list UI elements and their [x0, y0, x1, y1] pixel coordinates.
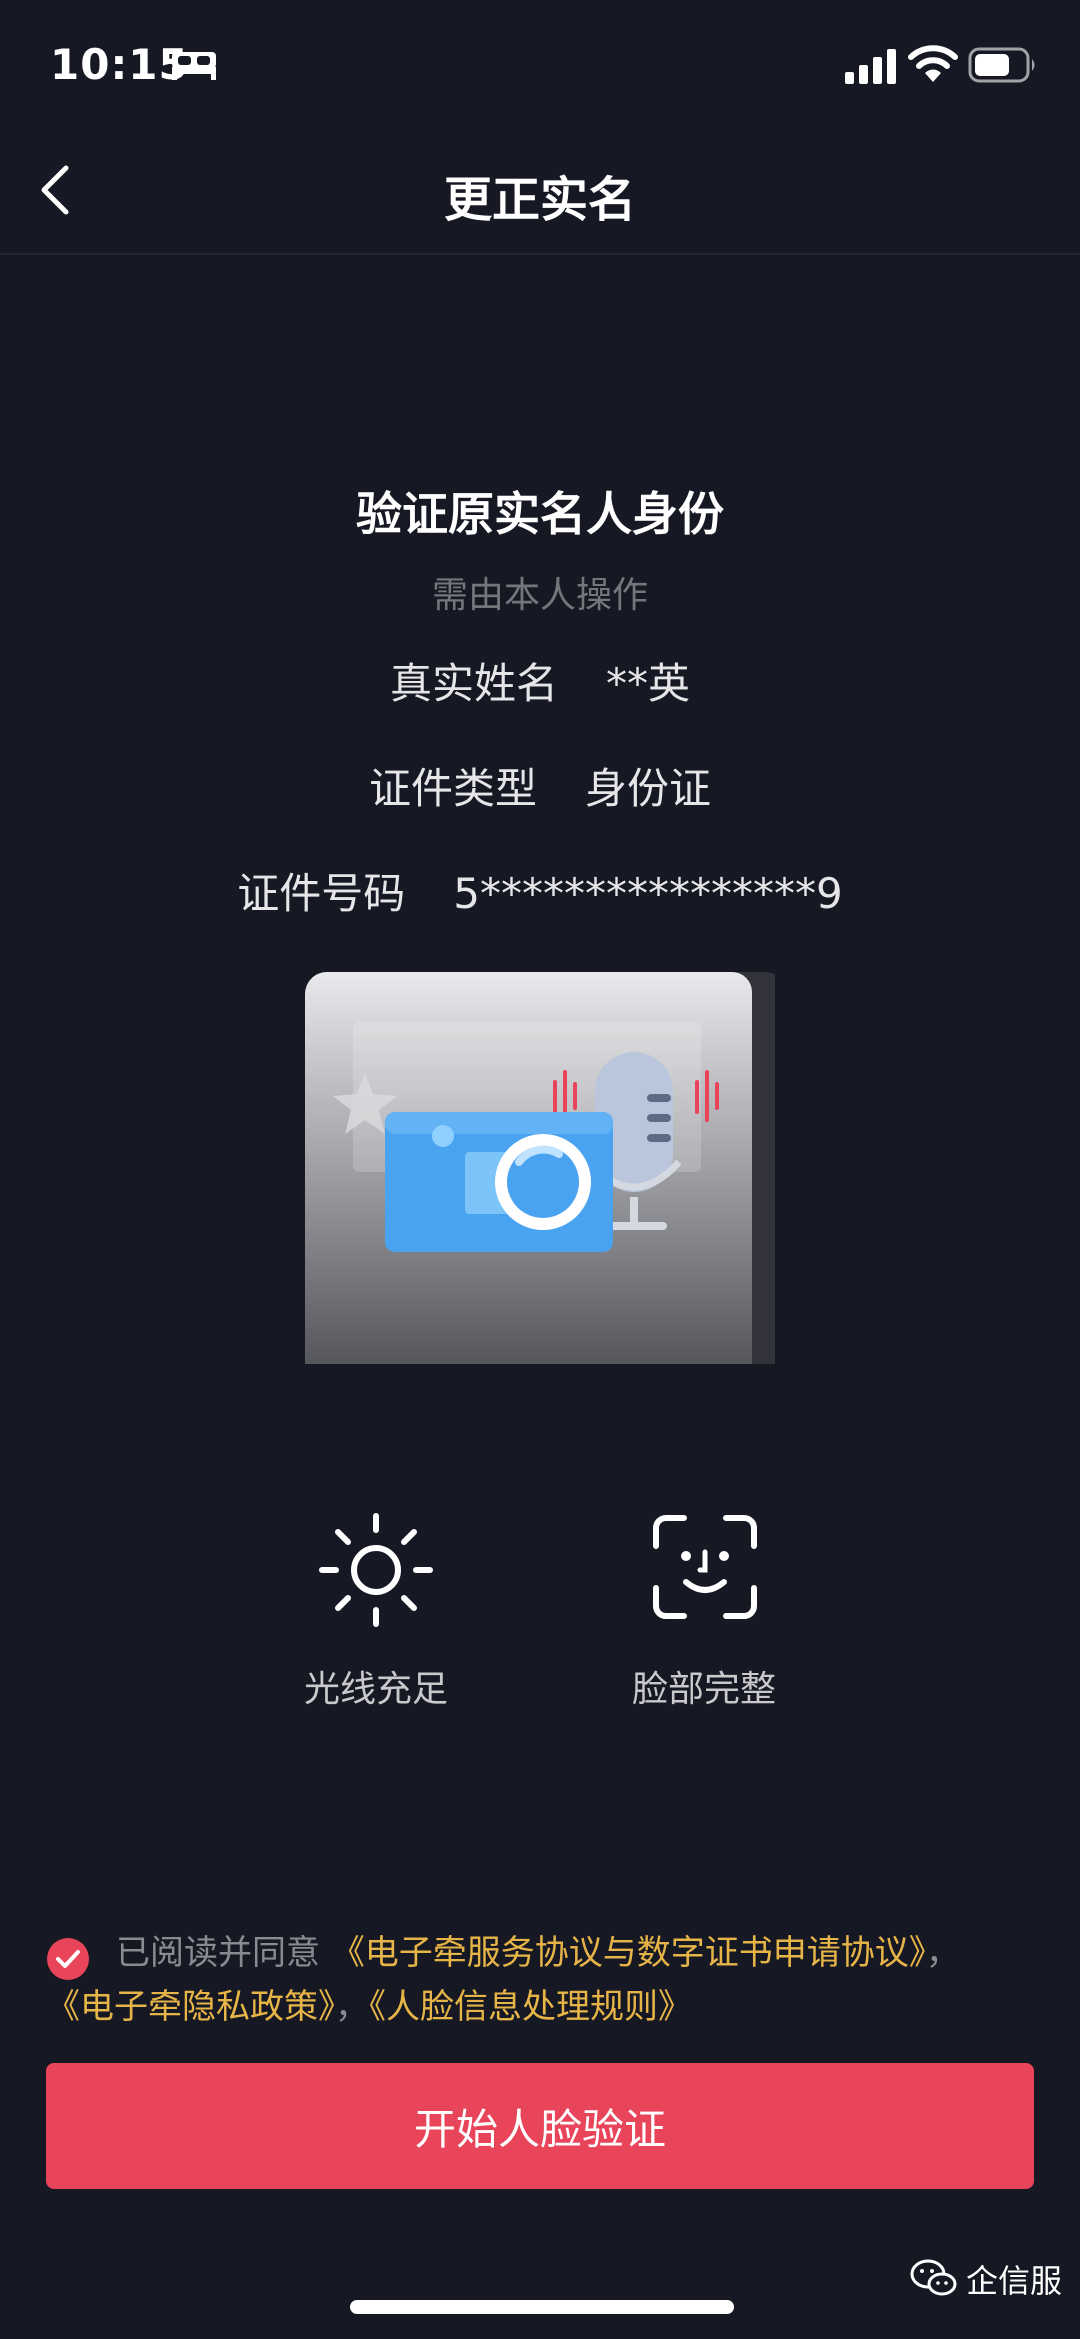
home-indicator	[350, 2300, 734, 2314]
battery-icon	[968, 47, 1035, 83]
cellular-signal-icon	[845, 49, 896, 84]
info-row-id-number: 证件号码 5****************9	[0, 860, 1080, 921]
field-label: 证件类型	[368, 764, 537, 813]
service-agreement-link[interactable]: 《电子牵服务协议与数字证书申请协议》	[331, 1933, 926, 1973]
info-row-name: 真实姓名 **英	[0, 650, 1080, 711]
agreement-text: 已阅读并同意 《电子牵服务协议与数字证书申请协议》， 《电子牵隐私政策》，《人脸…	[46, 1926, 1046, 2034]
field-value: 5****************9	[453, 869, 843, 918]
start-face-verification-button[interactable]: 开始人脸验证	[46, 2063, 1034, 2189]
tip-label-lighting: 光线充足	[303, 1669, 448, 1710]
watermark-text: 企信服	[966, 2262, 1063, 2300]
face-info-rules-link[interactable]: 《人脸信息处理规则》	[369, 1987, 692, 2027]
field-value: **英	[606, 659, 691, 708]
status-time: 10:15	[50, 40, 189, 89]
wechat-icon	[910, 2259, 957, 2296]
camera-icon	[385, 1112, 613, 1252]
tip-label-face: 脸部完整	[631, 1669, 776, 1710]
page-title: 更正实名	[443, 172, 636, 228]
bed-icon	[172, 52, 216, 80]
agreement-separator: ，	[335, 1987, 369, 2027]
wifi-icon	[908, 45, 958, 82]
verification-illustration	[305, 972, 775, 1364]
field-value: 身份证	[585, 764, 712, 813]
field-label: 真实姓名	[389, 659, 558, 708]
start-button-label: 开始人脸验证	[413, 2104, 666, 2154]
privacy-policy-link[interactable]: 《电子牵隐私政策》	[46, 1987, 335, 2027]
face-scan-icon	[653, 1515, 757, 1619]
verify-heading: 验证原实名人身份	[356, 487, 724, 541]
sun-icon	[319, 1513, 433, 1627]
agreement-separator: ，	[925, 1933, 960, 1973]
verify-subheading: 需由本人操作	[431, 575, 648, 616]
info-row-id-type: 证件类型 身份证	[0, 755, 1080, 816]
field-label: 证件号码	[237, 869, 406, 918]
nav-divider	[0, 253, 1080, 255]
agreement-prefix: 已阅读并同意	[116, 1933, 320, 1973]
